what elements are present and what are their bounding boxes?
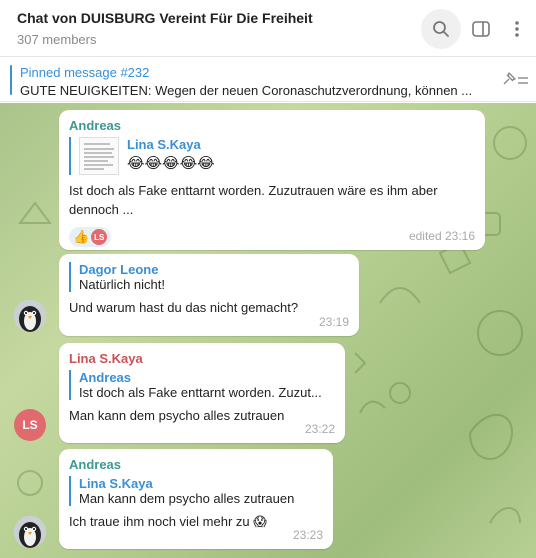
message-bubble[interactable]: Dagor Leone Natürlich nicht! Und warum h… xyxy=(59,254,359,336)
message-text: Man kann dem psycho alles zutrauen xyxy=(69,408,285,423)
thumbs-up-icon: 👍 xyxy=(73,229,90,244)
reaction-user-avatar: LS xyxy=(91,229,108,245)
reply-quote[interactable]: Lina S.Kaya 😂😂😂😂😂 xyxy=(69,137,475,175)
message-time: 23:19 xyxy=(318,315,349,329)
pin-list-icon xyxy=(503,72,528,85)
pinned-text: GUTE NEUIGKEITEN: Wegen der neuen Corona… xyxy=(20,83,473,98)
message-text: Ich traue ihm noch viel mehr zu 😱 xyxy=(69,514,267,529)
avatar[interactable] xyxy=(14,516,46,548)
reply-author: Dagor Leone xyxy=(79,262,159,277)
search-button[interactable] xyxy=(421,9,461,49)
reply-author: Andreas xyxy=(79,370,132,385)
penguin-avatar-icon xyxy=(14,300,46,332)
message-time: edited 23:16 xyxy=(408,229,475,243)
message-bubble[interactable]: Lina S.Kaya Andreas Ist doch als Fake en… xyxy=(59,343,345,443)
reply-quote[interactable]: Dagor Leone Natürlich nicht! xyxy=(69,262,349,292)
avatar[interactable]: LS xyxy=(14,409,46,441)
avatar[interactable] xyxy=(14,300,46,332)
chat-area[interactable]: Andreas Lina S.Kaya 😂😂😂😂😂 Ist doch als F… xyxy=(0,103,536,558)
reply-text: Ist doch als Fake enttarnt worden. Zuzut… xyxy=(79,385,322,400)
message-time: 23:23 xyxy=(292,528,323,542)
message-time: 23:22 xyxy=(304,422,335,436)
message-text: Und warum hast du das nicht gemacht? xyxy=(69,300,299,315)
reply-author: Lina S.Kaya xyxy=(79,476,153,491)
chat-title[interactable]: Chat von DUISBURG Vereint Für Die Freihe… xyxy=(17,10,313,26)
more-button[interactable] xyxy=(497,9,536,49)
message-sender[interactable]: Andreas xyxy=(69,118,475,133)
reply-quote[interactable]: Andreas Ist doch als Fake enttarnt worde… xyxy=(69,370,335,400)
message-bubble[interactable]: Andreas Lina S.Kaya Man kann dem psycho … xyxy=(59,449,333,549)
reply-thumbnail xyxy=(79,137,119,175)
search-icon xyxy=(433,21,449,37)
reply-text: Natürlich nicht! xyxy=(79,277,165,292)
side-panel-icon xyxy=(472,21,490,37)
reply-text: Man kann dem psycho alles zutrauen xyxy=(79,491,295,506)
chat-header: Chat von DUISBURG Vereint Für Die Freihe… xyxy=(0,0,536,57)
pinned-label: Pinned message #232 xyxy=(20,65,150,80)
reply-quote[interactable]: Lina S.Kaya Man kann dem psycho alles zu… xyxy=(69,476,323,506)
member-count: 307 members xyxy=(17,32,97,47)
reaction-pill[interactable]: 👍 LS xyxy=(69,227,112,247)
more-vertical-icon xyxy=(515,21,519,37)
reply-author: Lina S.Kaya xyxy=(127,137,201,152)
pin-list-button[interactable] xyxy=(500,70,530,90)
pinned-indicator xyxy=(10,65,12,95)
message-bubble[interactable]: Andreas Lina S.Kaya 😂😂😂😂😂 Ist doch als F… xyxy=(59,110,485,250)
side-panel-button[interactable] xyxy=(461,9,501,49)
message-sender[interactable]: Lina S.Kaya xyxy=(69,351,335,366)
pinned-message-bar[interactable]: Pinned message #232 GUTE NEUIGKEITEN: We… xyxy=(0,57,536,102)
message-text: Ist doch als Fake enttarnt worden. Zuzut… xyxy=(69,183,438,217)
message-sender[interactable]: Andreas xyxy=(69,457,323,472)
penguin-avatar-icon xyxy=(14,516,46,548)
reply-text: 😂😂😂😂😂 xyxy=(127,155,215,172)
